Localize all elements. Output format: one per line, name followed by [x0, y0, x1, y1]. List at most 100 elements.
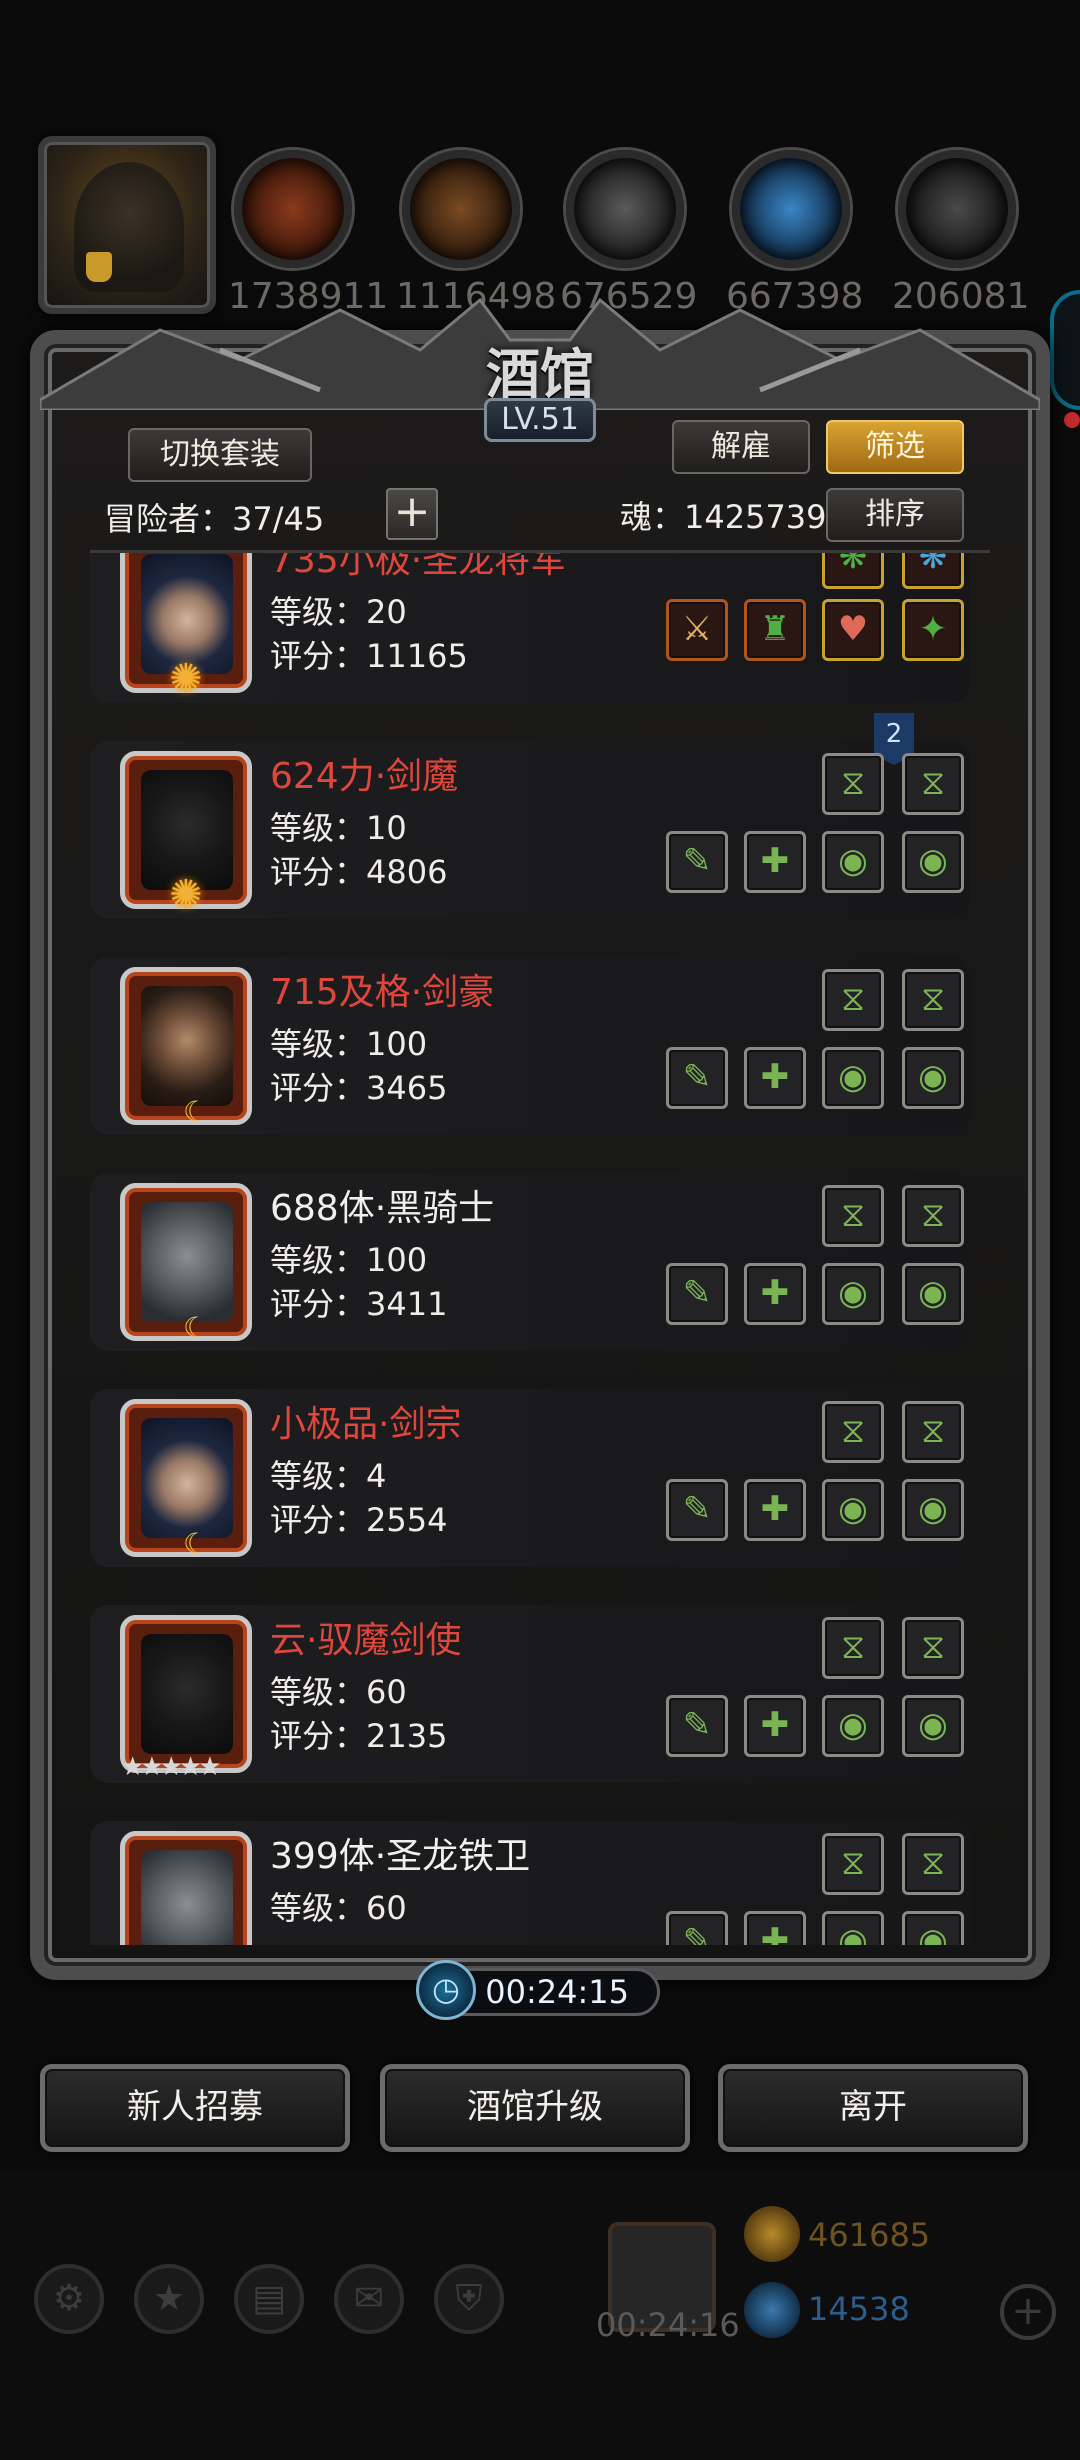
empty-ring-slot-icon[interactable]: ◉ — [902, 831, 964, 893]
empty-armor-slot-icon[interactable]: ✚ — [744, 831, 806, 893]
resource-value: 1738911 — [228, 276, 389, 317]
hero-level: 等级：60 — [270, 1673, 407, 1711]
resource-iron[interactable]: 676529 — [560, 150, 697, 320]
empty-gem-slot-icon[interactable]: ⧖ — [902, 1617, 964, 1679]
dismiss-button[interactable]: 解雇 — [672, 420, 810, 474]
empty-weapon-slot-icon[interactable]: ✎ — [666, 1263, 728, 1325]
star-icon[interactable]: ★ — [134, 2264, 204, 2334]
empty-gem-slot-icon[interactable]: ⧖ — [822, 753, 884, 815]
amulet-icon[interactable]: ♥ — [822, 599, 884, 661]
empty-armor-slot-icon[interactable]: ✚ — [744, 1263, 806, 1325]
ring-icon[interactable]: ✦ — [902, 599, 964, 661]
empty-gem-slot-icon[interactable]: ⧖ — [822, 1833, 884, 1895]
meat-icon — [234, 150, 352, 268]
leave-button[interactable]: 离开 — [718, 2064, 1028, 2152]
empty-gem-slot-icon[interactable]: ⧖ — [822, 1617, 884, 1679]
list-item[interactable]: 399体·圣龙铁卫 等级：60 ⧖ ⧖ ✎ ✚ ◉ ◉ — [90, 1821, 970, 1945]
empty-gem-slot-icon[interactable]: ⧖ — [902, 1833, 964, 1895]
empty-ring-slot-icon[interactable]: ◉ — [902, 1695, 964, 1757]
settings-icon[interactable]: ⚙ — [34, 2264, 104, 2334]
gold-amount: 461685 — [808, 2216, 931, 2254]
gem-slot-icon[interactable]: ❋ — [822, 553, 884, 589]
empty-amulet-slot-icon[interactable]: ◉ — [822, 1263, 884, 1325]
crystal-icon — [732, 150, 850, 268]
tavern-level-badge: LV.51 — [484, 398, 596, 442]
empty-armor-slot-icon[interactable]: ✚ — [744, 1695, 806, 1757]
empty-gem-slot-icon[interactable]: ⧖ — [822, 969, 884, 1031]
empty-amulet-slot-icon[interactable]: ◉ — [822, 1479, 884, 1541]
hero-score: 评分：4806 — [270, 853, 448, 891]
resource-wood[interactable]: 1116498 — [396, 150, 557, 320]
empty-amulet-slot-icon[interactable]: ◉ — [822, 1047, 884, 1109]
resource-stone[interactable]: 206081 — [892, 150, 1029, 320]
empty-weapon-slot-icon[interactable]: ✎ — [666, 1047, 728, 1109]
switch-outfit-button[interactable]: 切换套装 — [128, 428, 312, 482]
empty-armor-slot-icon[interactable]: ✚ — [744, 1479, 806, 1541]
hero-name: 399体·圣龙铁卫 — [270, 1836, 531, 1877]
armor-icon[interactable]: ♜ — [744, 599, 806, 661]
list-item[interactable]: ✺ 735小极·圣龙将军 等级：20 评分：11165 ❋ ❋ ⚔ ♜ ♥ ✦ — [90, 553, 970, 703]
sword-icon[interactable]: ⚔ — [666, 599, 728, 661]
hero-level: 等级：100 — [270, 1241, 428, 1279]
hero-level: 等级：60 — [270, 1889, 407, 1927]
add-capacity-button[interactable]: + — [386, 488, 438, 540]
empty-amulet-slot-icon[interactable]: ◉ — [822, 831, 884, 893]
resource-bar: 1738911 1116498 676529 667398 206081 — [0, 130, 1080, 317]
empty-gem-slot-icon[interactable]: ⧖ — [902, 1185, 964, 1247]
star-rating: ★★★★★ — [121, 1752, 222, 1782]
shield-icon[interactable]: ⛨ — [434, 2264, 504, 2334]
add-currency-button[interactable]: + — [1000, 2284, 1056, 2340]
empty-ring-slot-icon[interactable]: ◉ — [902, 1911, 964, 1945]
list-item[interactable]: ✺ 624力·剑魔 等级：10 评分：4806 2 ⧖ ⧖ ✎ ✚ ◉ ◉ — [90, 713, 970, 919]
list-item[interactable]: ★★★★★ 云·驭魔剑使 等级：60 评分：2135 ⧖ ⧖ ✎ ✚ ◉ ◉ — [90, 1605, 970, 1783]
gem-amount: 14538 — [808, 2290, 910, 2328]
gem-slot-icon[interactable]: ❋ — [902, 553, 964, 589]
hero-score: 评分：2554 — [270, 1501, 448, 1539]
filter-button[interactable]: 筛选 — [826, 420, 964, 474]
hero-level: 等级：10 — [270, 809, 407, 847]
empty-weapon-slot-icon[interactable]: ✎ — [666, 1479, 728, 1541]
resource-value: 667398 — [726, 276, 864, 317]
book-icon[interactable]: ▤ — [234, 2264, 304, 2334]
empty-weapon-slot-icon[interactable]: ✎ — [666, 1911, 728, 1945]
moon-emblem-icon: ☾ — [183, 1527, 209, 1560]
list-item[interactable]: ☾ 688体·黑骑士 等级：100 评分：3411 ⧖ ⧖ ✎ ✚ ◉ ◉ — [90, 1173, 970, 1351]
hero-portrait — [141, 986, 233, 1106]
list-item[interactable]: ☾ 715及格·剑豪 等级：100 评分：3465 ⧖ ⧖ ✎ ✚ ◉ ◉ — [90, 957, 970, 1135]
hero-score: 评分：2135 — [270, 1717, 448, 1755]
empty-gem-slot-icon[interactable]: ⧖ — [822, 1185, 884, 1247]
recruit-button[interactable]: 新人招募 — [40, 2064, 350, 2152]
empty-gem-slot-icon[interactable]: ⧖ — [902, 753, 964, 815]
iron-icon — [566, 150, 684, 268]
hero-name: 云·驭魔剑使 — [270, 1620, 462, 1661]
empty-ring-slot-icon[interactable]: ◉ — [902, 1479, 964, 1541]
empty-gem-slot-icon[interactable]: ⧖ — [822, 1401, 884, 1463]
player-portrait[interactable] — [38, 136, 216, 314]
resource-crystal[interactable]: 667398 — [726, 150, 864, 320]
list-item[interactable]: ☾ 小极品·剑宗 等级：4 评分：2554 ⧖ ⧖ ✎ ✚ ◉ ◉ — [90, 1389, 970, 1567]
empty-weapon-slot-icon[interactable]: ✎ — [666, 831, 728, 893]
empty-amulet-slot-icon[interactable]: ◉ — [822, 1695, 884, 1757]
wood-icon — [402, 150, 520, 268]
empty-armor-slot-icon[interactable]: ✚ — [744, 1911, 806, 1945]
hero-name: 688体·黑骑士 — [270, 1188, 495, 1229]
mail-icon[interactable]: ✉ — [334, 2264, 404, 2334]
gift-timer: 00:24:16 — [596, 2306, 740, 2344]
hero-score: 评分：3411 — [270, 1285, 448, 1323]
upgrade-tavern-button[interactable]: 酒馆升级 — [380, 2064, 690, 2152]
hero-level: 等级：4 — [270, 1457, 387, 1495]
gem-icon — [744, 2282, 800, 2338]
hero-list[interactable]: ✺ 735小极·圣龙将军 等级：20 评分：11165 ❋ ❋ ⚔ ♜ ♥ ✦ … — [90, 553, 990, 1945]
empty-gem-slot-icon[interactable]: ⧖ — [902, 1401, 964, 1463]
empty-weapon-slot-icon[interactable]: ✎ — [666, 1695, 728, 1757]
empty-amulet-slot-icon[interactable]: ◉ — [822, 1911, 884, 1945]
hero-portrait — [141, 1850, 233, 1945]
resource-value: 1116498 — [396, 276, 557, 317]
moon-emblem-icon: ☾ — [183, 1095, 209, 1128]
sort-button[interactable]: 排序 — [826, 488, 964, 542]
empty-armor-slot-icon[interactable]: ✚ — [744, 1047, 806, 1109]
resource-meat[interactable]: 1738911 — [228, 150, 389, 320]
empty-ring-slot-icon[interactable]: ◉ — [902, 1047, 964, 1109]
empty-gem-slot-icon[interactable]: ⧖ — [902, 969, 964, 1031]
empty-ring-slot-icon[interactable]: ◉ — [902, 1263, 964, 1325]
